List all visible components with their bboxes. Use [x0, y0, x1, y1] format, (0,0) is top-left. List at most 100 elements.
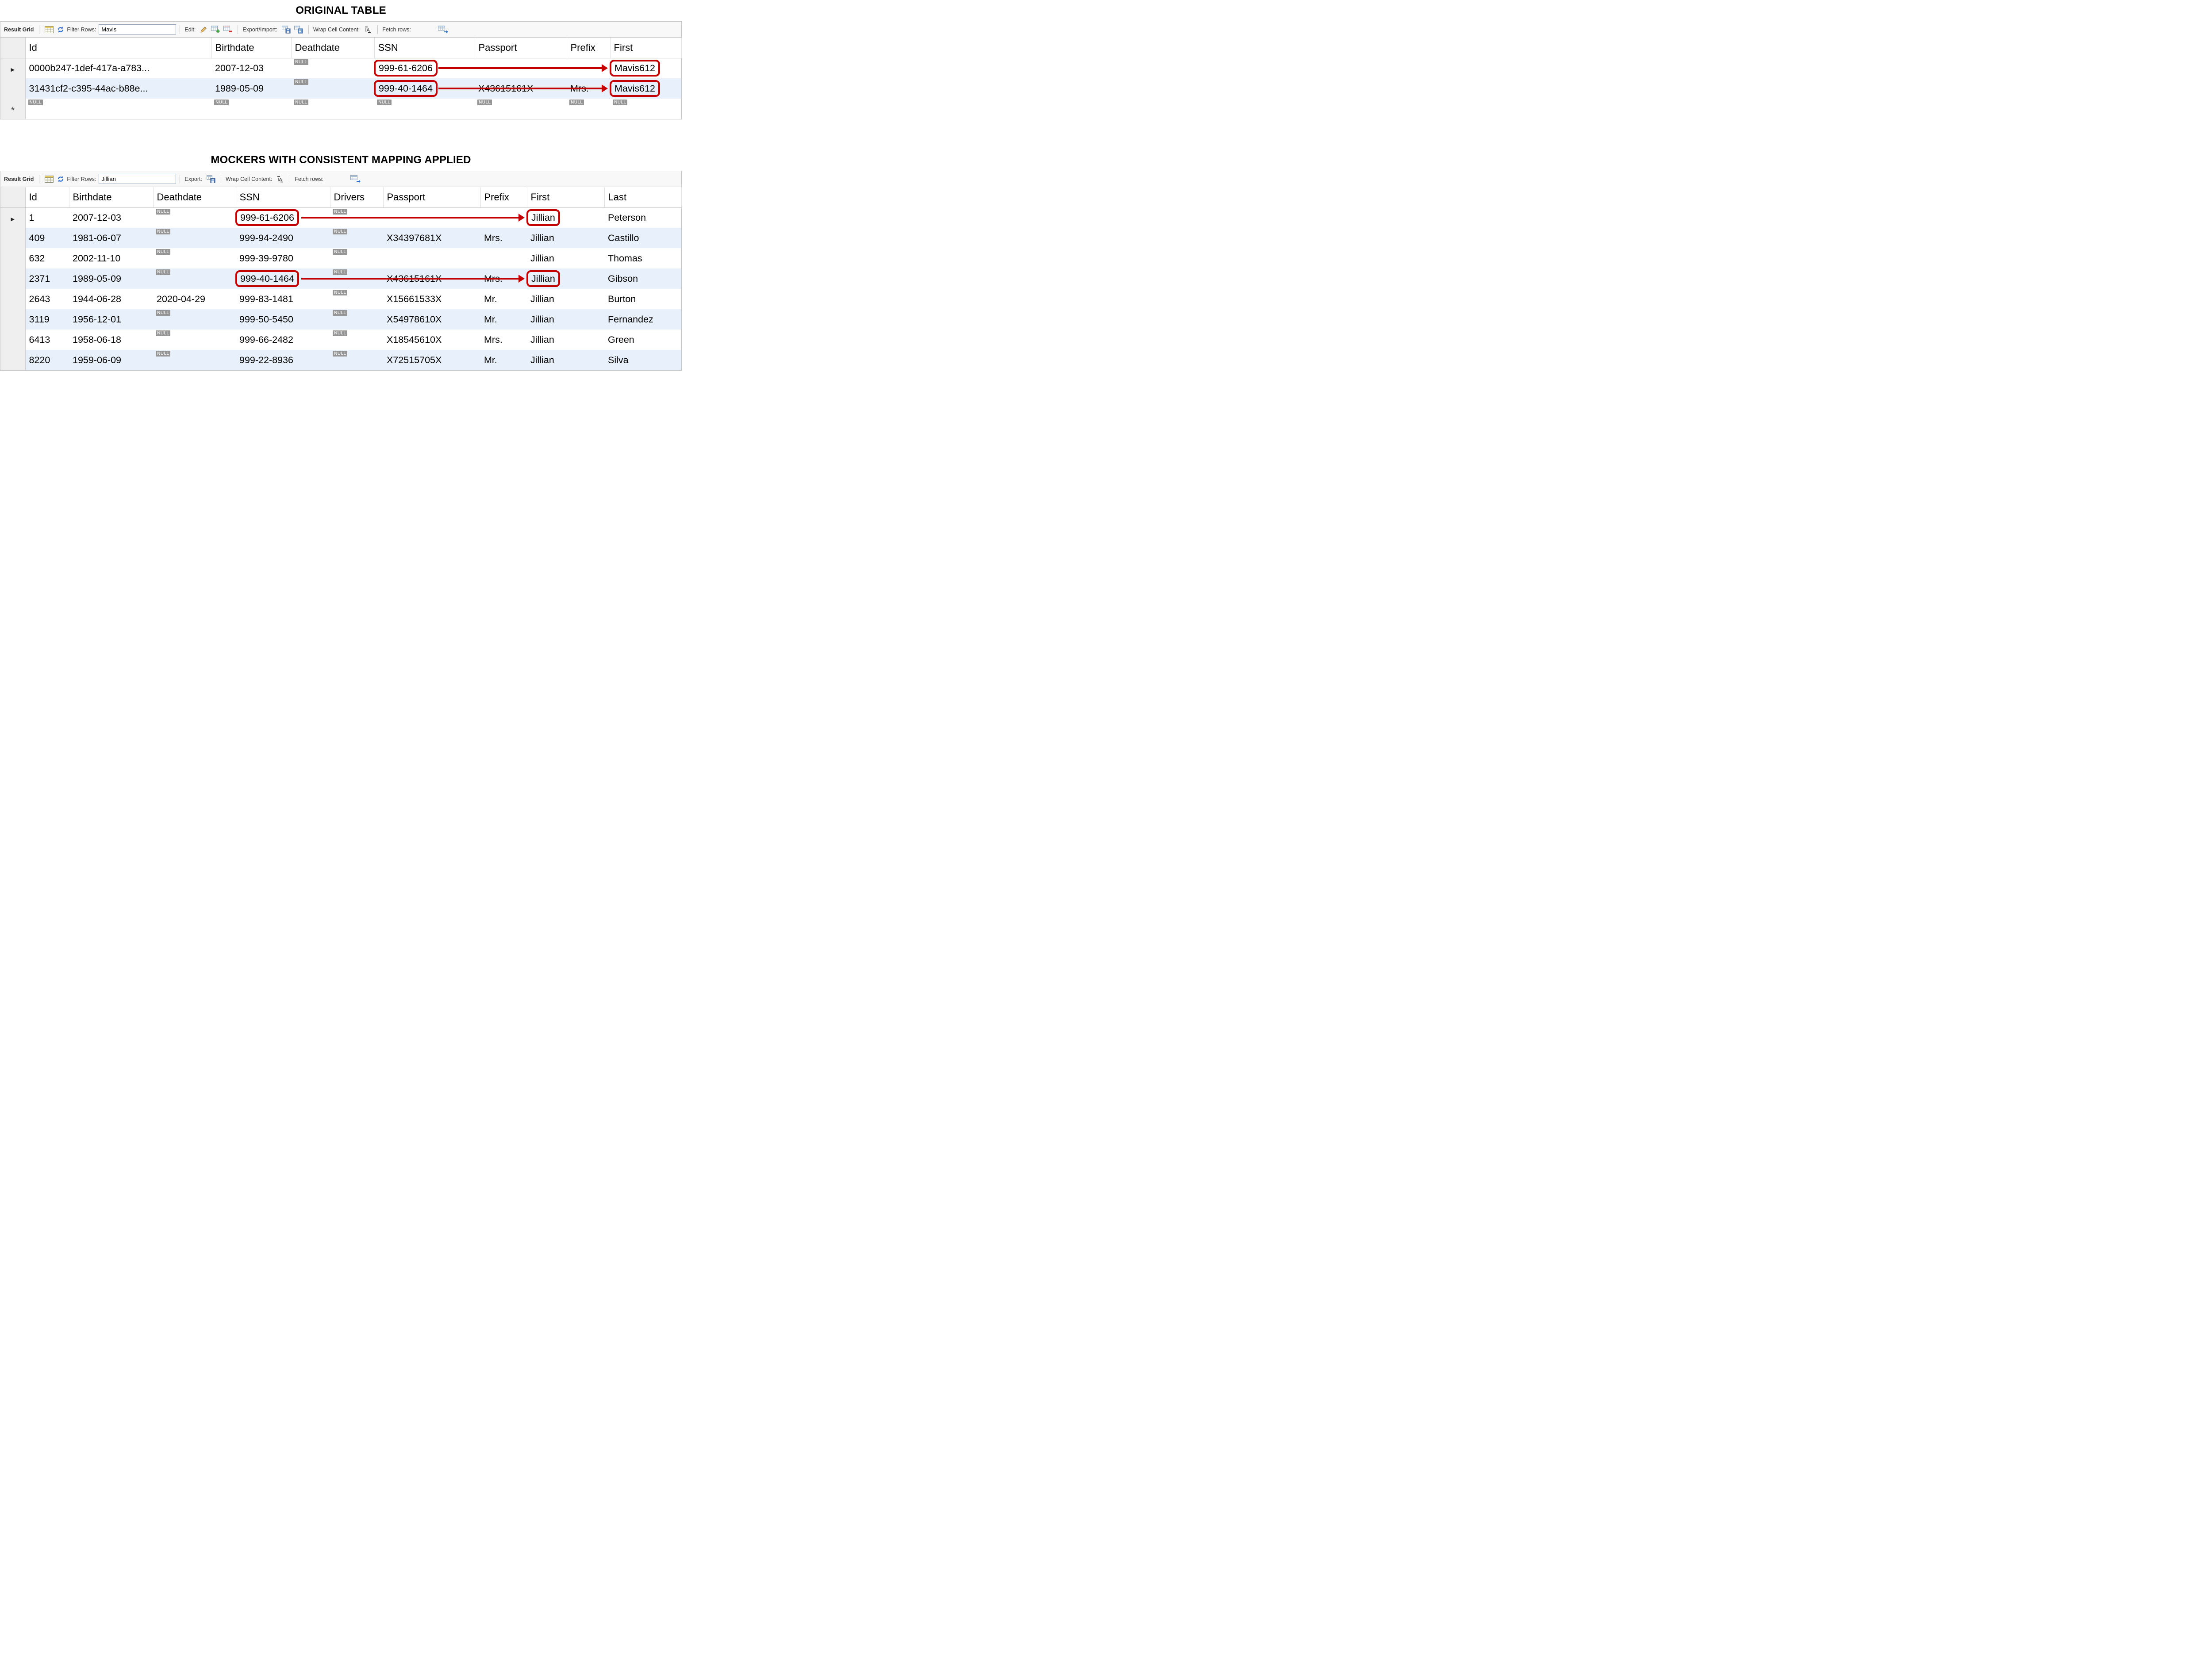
cell-last[interactable]: Gibson	[604, 268, 681, 289]
table-row[interactable]: 8220 1959-06-09 NULL 999-22-8936 NULL X7…	[0, 350, 681, 370]
cell-deathdate[interactable]: NULL	[153, 268, 236, 289]
cell-birthdate[interactable]: 1958-06-18	[69, 330, 153, 350]
cell-deathdate[interactable]: NULL	[153, 309, 236, 330]
cell-id[interactable]: 0000b247-1def-417a-a783...	[25, 58, 211, 78]
cell-birthdate[interactable]: 2007-12-03	[211, 58, 291, 78]
row-selector[interactable]	[0, 309, 25, 330]
cell-last[interactable]: Green	[604, 330, 681, 350]
cell-deathdate[interactable]: NULL	[153, 248, 236, 268]
row-selector-header[interactable]	[0, 187, 25, 207]
row-selector[interactable]	[0, 289, 25, 309]
cell-birthdate[interactable]: 1989-05-09	[211, 78, 291, 99]
cell-first[interactable]: Jillian	[527, 268, 604, 289]
filter-rows-input[interactable]	[99, 174, 176, 184]
cell-id[interactable]: 31431cf2-c395-44ac-b88e...	[25, 78, 211, 99]
cell-last[interactable]: Thomas	[604, 248, 681, 268]
cell-first[interactable]: Jillian	[527, 228, 604, 248]
cell-passport[interactable]: NULL	[475, 99, 567, 119]
cell-ssn[interactable]: 999-50-5450	[236, 309, 330, 330]
cell-id[interactable]: 2643	[25, 289, 69, 309]
cell-drivers[interactable]: NULL	[330, 330, 383, 350]
cell-first[interactable]: Jillian	[527, 289, 604, 309]
cell-prefix[interactable]: NULL	[567, 99, 610, 119]
row-selector-header[interactable]	[0, 38, 25, 58]
edit-pencil-icon[interactable]	[200, 26, 207, 33]
col-header-birthdate[interactable]: Birthdate	[211, 38, 291, 58]
cell-first[interactable]: Jillian	[527, 207, 604, 228]
col-header-deathdate[interactable]: Deathdate	[291, 38, 374, 58]
cell-ssn[interactable]: 999-83-1481	[236, 289, 330, 309]
cell-passport[interactable]	[383, 248, 480, 268]
table-row[interactable]: 409 1981-06-07 NULL 999-94-2490 NULL X34…	[0, 228, 681, 248]
col-header-drivers[interactable]: Drivers	[330, 187, 383, 207]
fetch-rows-icon[interactable]	[438, 26, 449, 33]
col-header-first[interactable]: First	[610, 38, 681, 58]
row-selector[interactable]	[0, 228, 25, 248]
cell-ssn[interactable]: 999-94-2490	[236, 228, 330, 248]
cell-drivers[interactable]: NULL	[330, 289, 383, 309]
result-grid-icon[interactable]	[45, 26, 54, 33]
cell-ssn[interactable]: 999-22-8936	[236, 350, 330, 370]
cell-id[interactable]: 3119	[25, 309, 69, 330]
filter-rows-input[interactable]	[99, 24, 176, 35]
cell-first[interactable]: Mavis612	[610, 78, 681, 99]
result-grid-icon[interactable]	[45, 176, 54, 183]
col-header-passport[interactable]: Passport	[475, 38, 567, 58]
cell-birthdate[interactable]: 2002-11-10	[69, 248, 153, 268]
row-selector[interactable]: *	[0, 99, 25, 119]
row-selector[interactable]	[0, 350, 25, 370]
cell-first[interactable]: Jillian	[527, 350, 604, 370]
wrap-cell-content-icon[interactable]: IA	[364, 26, 372, 33]
cell-last[interactable]: Castillo	[604, 228, 681, 248]
row-selector[interactable]	[0, 268, 25, 289]
cell-first[interactable]: Jillian	[527, 248, 604, 268]
cell-first[interactable]: NULL	[610, 99, 681, 119]
cell-first[interactable]: Mavis612	[610, 58, 681, 78]
cell-first[interactable]: Jillian	[527, 309, 604, 330]
cell-birthdate[interactable]: 2007-12-03	[69, 207, 153, 228]
cell-prefix[interactable]: Mr.	[480, 309, 527, 330]
add-row-icon[interactable]	[211, 26, 220, 33]
col-header-ssn[interactable]: SSN	[374, 38, 475, 58]
cell-prefix[interactable]: Mrs.	[480, 330, 527, 350]
row-selector[interactable]: ▶	[0, 58, 25, 78]
cell-passport[interactable]: X72515705X	[383, 350, 480, 370]
new-row[interactable]: * NULL NULL NULL NULL NULL NULL NULL	[0, 99, 681, 119]
cell-drivers[interactable]: NULL	[330, 350, 383, 370]
col-header-birthdate[interactable]: Birthdate	[69, 187, 153, 207]
cell-ssn[interactable]: NULL	[374, 99, 475, 119]
cell-ssn[interactable]: 999-66-2482	[236, 330, 330, 350]
table-row[interactable]: 6413 1958-06-18 NULL 999-66-2482 NULL X1…	[0, 330, 681, 350]
cell-id[interactable]: 409	[25, 228, 69, 248]
cell-birthdate[interactable]: 1959-06-09	[69, 350, 153, 370]
row-selector[interactable]	[0, 248, 25, 268]
cell-prefix[interactable]: Mr.	[480, 289, 527, 309]
table-row[interactable]: 3119 1956-12-01 NULL 999-50-5450 NULL X5…	[0, 309, 681, 330]
fetch-rows-icon[interactable]	[350, 175, 361, 183]
cell-deathdate[interactable]: 2020-04-29	[153, 289, 236, 309]
col-header-last[interactable]: Last	[604, 187, 681, 207]
import-icon[interactable]	[294, 26, 303, 34]
cell-birthdate[interactable]: 1956-12-01	[69, 309, 153, 330]
cell-last[interactable]: Peterson	[604, 207, 681, 228]
export-save-icon[interactable]	[207, 175, 215, 183]
cell-id[interactable]: 2371	[25, 268, 69, 289]
cell-drivers[interactable]: NULL	[330, 228, 383, 248]
cell-birthdate[interactable]: 1989-05-09	[69, 268, 153, 289]
cell-deathdate[interactable]: NULL	[291, 58, 374, 78]
cell-ssn[interactable]: 999-39-9780	[236, 248, 330, 268]
refresh-icon[interactable]	[57, 26, 64, 33]
row-selector[interactable]: ▶	[0, 207, 25, 228]
cell-deathdate[interactable]: NULL	[291, 78, 374, 99]
cell-prefix[interactable]	[480, 248, 527, 268]
row-selector[interactable]	[0, 330, 25, 350]
cell-id[interactable]: 632	[25, 248, 69, 268]
cell-birthdate[interactable]: 1981-06-07	[69, 228, 153, 248]
cell-first[interactable]: Jillian	[527, 330, 604, 350]
row-selector[interactable]	[0, 78, 25, 99]
cell-deathdate[interactable]: NULL	[153, 350, 236, 370]
table-row[interactable]: 632 2002-11-10 NULL 999-39-9780 NULL Jil…	[0, 248, 681, 268]
cell-id[interactable]: NULL	[25, 99, 211, 119]
cell-deathdate[interactable]: NULL	[153, 207, 236, 228]
col-header-prefix[interactable]: Prefix	[480, 187, 527, 207]
